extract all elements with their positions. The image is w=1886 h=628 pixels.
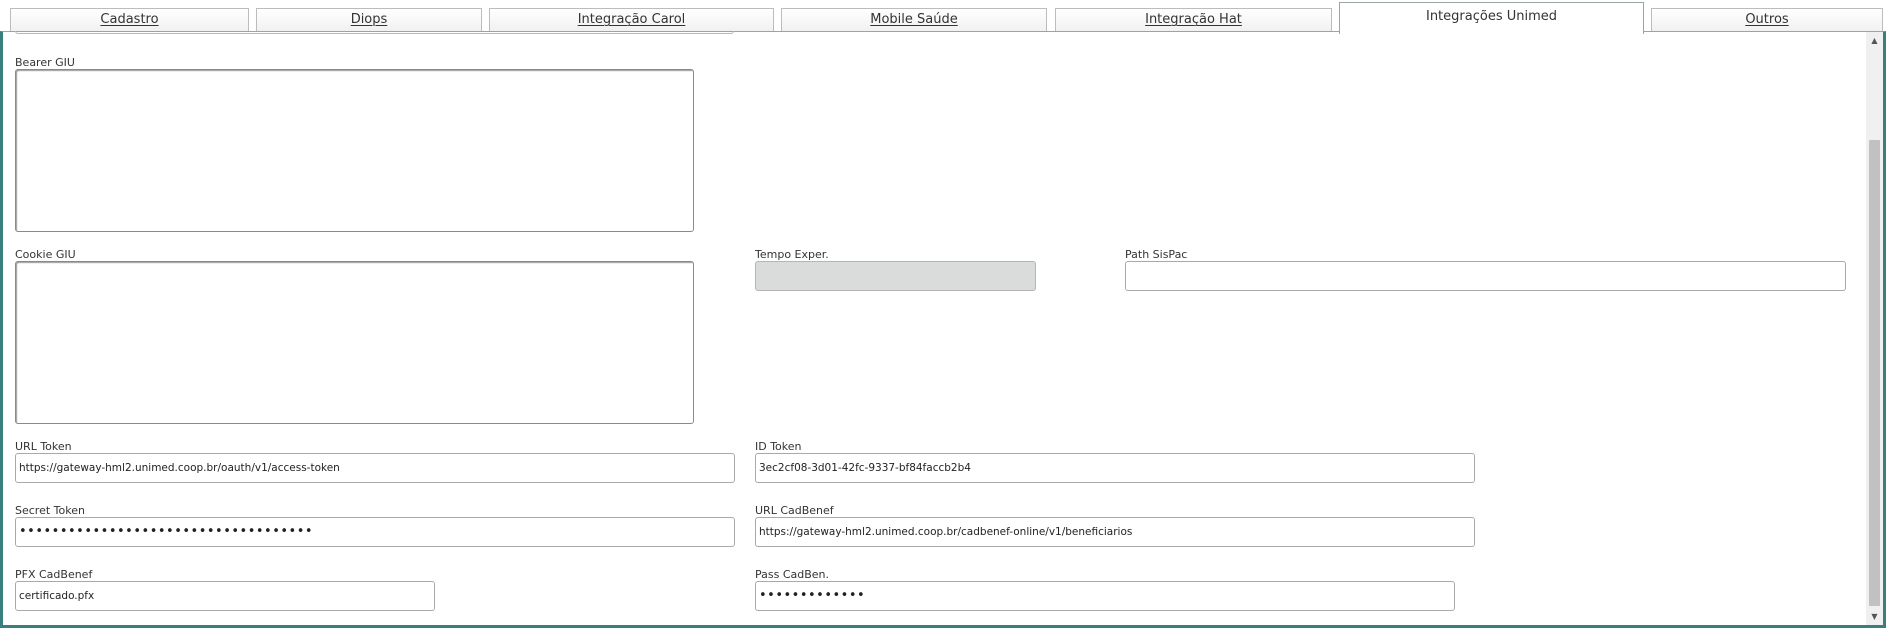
arrow-down-icon[interactable]: ▼	[1866, 608, 1883, 625]
secret-token-input[interactable]: ••••••••••••••••••••••••••••••••••••	[15, 517, 735, 547]
tempo-exper-label: Tempo Exper.	[755, 248, 829, 261]
vertical-scrollbar[interactable]: ▲ ▼	[1866, 32, 1883, 625]
pfx-cadbenef-label: PFX CadBenef	[15, 568, 93, 581]
cookie-giu-label: Cookie GIU	[15, 248, 76, 261]
path-sispac-label: Path SisPac	[1125, 248, 1188, 261]
tab-integracao-carol[interactable]: Integração Carol	[489, 8, 774, 31]
tab-cadastro[interactable]: Cadastro	[10, 8, 249, 31]
pfx-cadbenef-input[interactable]: certificado.pfx	[15, 581, 435, 611]
pass-cadben-input[interactable]: •••••••••••••	[755, 581, 1455, 611]
tab-diops[interactable]: Diops	[256, 8, 482, 31]
tab-outros[interactable]: Outros	[1651, 8, 1883, 31]
url-cadbenef-label: URL CadBenef	[755, 504, 834, 517]
scrolled-field-bottom	[15, 31, 734, 34]
url-cadbenef-input[interactable]: https://gateway-hml2.unimed.coop.br/cadb…	[755, 517, 1475, 547]
id-token-label: ID Token	[755, 440, 802, 453]
tab-bar: Cadastro Diops Integração Carol Mobile S…	[0, 0, 1886, 34]
tab-integracao-hat[interactable]: Integração Hat	[1055, 8, 1332, 31]
path-sispac-input[interactable]	[1125, 261, 1846, 291]
arrow-up-icon[interactable]: ▲	[1866, 32, 1883, 49]
secret-token-label: Secret Token	[15, 504, 85, 517]
url-token-label: URL Token	[15, 440, 72, 453]
cookie-giu-textarea[interactable]	[15, 261, 694, 424]
tab-mobile-saude[interactable]: Mobile Saúde	[781, 8, 1047, 31]
bearer-giu-textarea[interactable]	[15, 69, 694, 232]
bearer-giu-label: Bearer GIU	[15, 56, 75, 69]
scrollbar-thumb[interactable]	[1869, 140, 1880, 606]
pass-cadben-label: Pass CadBen.	[755, 568, 830, 581]
id-token-input[interactable]: 3ec2cf08-3d01-42fc-9337-bf84faccb2b4	[755, 453, 1475, 483]
tempo-exper-input	[755, 261, 1036, 291]
url-token-input[interactable]: https://gateway-hml2.unimed.coop.br/oaut…	[15, 453, 735, 483]
tab-integracoes-unimed[interactable]: Integrações Unimed	[1339, 2, 1644, 34]
